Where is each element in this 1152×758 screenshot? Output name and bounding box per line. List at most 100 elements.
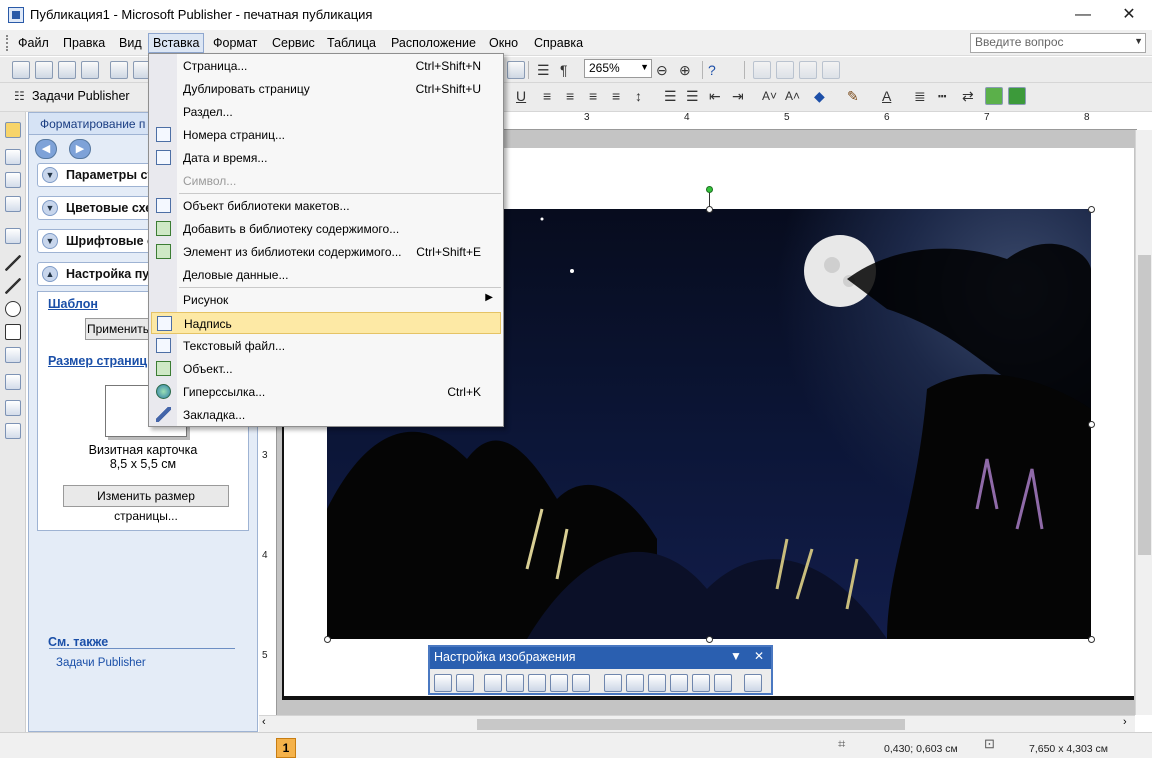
menu-item-text-file[interactable]: Текстовый файл... [151,335,501,357]
line-style-icon[interactable]: ≣ [914,87,926,105]
fill-color-icon[interactable]: ◆ [814,87,825,105]
picture-tool-icon[interactable] [5,228,21,244]
dash-style-icon[interactable]: ┅ [938,87,946,105]
line-color-icon[interactable]: ✎ [847,87,859,105]
less-brightness-icon[interactable] [550,674,568,692]
rectangle-tool-icon[interactable] [5,324,21,340]
menubar-grip[interactable] [6,35,9,51]
color-icon[interactable] [456,674,474,692]
line-spacing-icon[interactable]: ↕ [635,87,642,105]
zoom-page-icon[interactable] [507,61,525,79]
font-color-icon[interactable]: A [882,87,891,105]
page-size-link[interactable]: Размер страницы [48,354,158,368]
menu-item-section[interactable]: Раздел... [151,101,501,123]
numbering-icon[interactable]: ☰ [664,87,677,105]
picture-toolbar-titlebar[interactable]: Настройка изображения ▼ ✕ [430,647,771,669]
back-arrow-icon[interactable]: ◀ [35,139,57,159]
columns-icon[interactable]: ☰ [537,61,550,79]
line-tool-icon[interactable] [5,255,21,271]
scrollbar-thumb[interactable] [477,719,905,730]
chevron-down-icon[interactable]: ▼ [640,62,649,72]
menu-file[interactable]: Файл [14,33,53,53]
text-wrapping-icon[interactable] [670,674,688,692]
menu-item-design-gallery-object[interactable]: Объект библиотеки макетов... [151,195,501,217]
resize-handle[interactable] [1088,636,1095,643]
print-icon[interactable] [110,61,128,79]
hot-spot-tool-icon[interactable] [5,374,21,390]
menu-item-object[interactable]: Объект... [151,358,501,380]
line-style-icon[interactable] [626,674,644,692]
scroll-left-icon[interactable]: ‹ [262,716,266,728]
menu-item-duplicate-page[interactable]: Дублировать страницу Ctrl+Shift+U [151,78,501,100]
menu-window[interactable]: Окно [485,33,522,53]
table-tool-icon[interactable] [5,172,21,188]
zoom-in-icon[interactable]: ⊕ [679,61,691,79]
menu-item-add-to-library[interactable]: Добавить в библиотеку содержимого... [151,218,501,240]
page-navigator-1[interactable]: 1 [276,738,296,758]
align-right-icon[interactable]: ≡ [589,87,597,105]
arrow-tool-icon[interactable] [5,278,21,294]
horizontal-scrollbar[interactable]: ‹ › [259,715,1135,732]
resize-handle[interactable] [1088,206,1095,213]
set-transparent-color-icon[interactable] [714,674,732,692]
less-contrast-icon[interactable] [506,674,524,692]
tasks-publisher-button[interactable]: Задачи Publisher [32,89,130,103]
underline-icon[interactable]: U [516,87,526,105]
apply-template-button[interactable]: Применить [85,318,151,340]
menu-item-page-numbers[interactable]: Номера страниц... [151,124,501,146]
autoshapes-tool-icon[interactable] [5,347,21,363]
text-box-tool-icon[interactable] [5,149,21,165]
decrease-indent-icon[interactable]: ⇤ [709,87,721,105]
menu-table[interactable]: Таблица [323,33,380,53]
grow-font-icon[interactable]: A˄ [785,87,800,105]
align-center-icon[interactable]: ≡ [566,87,574,105]
paragraph-marks-icon[interactable]: ¶ [560,61,568,79]
menu-format[interactable]: Формат [209,33,261,53]
brightness-icon[interactable] [572,674,590,692]
next-box-icon[interactable] [822,61,840,79]
zoom-out-icon[interactable]: ⊖ [656,61,668,79]
item-from-library-tool-icon[interactable] [5,423,21,439]
format-picture-icon[interactable] [692,674,710,692]
save-icon[interactable] [58,61,76,79]
previous-box-icon[interactable] [799,61,817,79]
shrink-font-icon[interactable]: A˅ [762,87,777,105]
3d-style-icon[interactable] [1008,87,1026,105]
more-contrast-icon[interactable] [484,674,502,692]
zoom-select[interactable]: 265% ▼ [584,59,652,78]
unlink-icon[interactable] [776,61,794,79]
menu-item-picture[interactable]: Рисунок ▶ [151,289,501,311]
rotation-handle[interactable] [706,186,713,193]
arrow-style-icon[interactable]: ⇄ [962,87,974,105]
tasks-icon[interactable]: ☷ [14,87,25,105]
bullets-icon[interactable]: ☰ [686,87,699,105]
resize-handle[interactable] [706,206,713,213]
template-link[interactable]: Шаблон [48,297,98,311]
new-icon[interactable] [12,61,30,79]
vertical-scrollbar[interactable] [1135,130,1152,715]
shadow-style-icon[interactable] [985,87,1003,105]
menu-item-page[interactable]: Страница... Ctrl+Shift+N [151,55,501,77]
menu-insert[interactable]: Вставка [148,33,204,53]
crop-icon[interactable] [604,674,622,692]
publisher-app-icon[interactable] [8,7,24,23]
menu-view[interactable]: Вид [115,33,146,53]
menu-tools[interactable]: Сервис [268,33,319,53]
change-page-size-button[interactable]: Изменить размер страницы... [63,485,229,523]
menu-item-bookmark[interactable]: Закладка... [151,404,501,426]
oval-tool-icon[interactable] [5,301,21,317]
more-brightness-icon[interactable] [528,674,546,692]
forward-arrow-icon[interactable]: ▶ [69,139,91,159]
link-icon[interactable] [753,61,771,79]
menu-item-text-box[interactable]: Надпись [151,312,501,334]
close-button[interactable]: ✕ [1106,0,1152,30]
permission-icon[interactable] [81,61,99,79]
align-left-icon[interactable]: ≡ [543,87,551,105]
open-icon[interactable] [35,61,53,79]
menu-item-library-item[interactable]: Элемент из библиотеки содержимого... Ctr… [151,241,501,263]
increase-indent-icon[interactable]: ⇥ [732,87,744,105]
resize-handle[interactable] [706,636,713,643]
menu-help[interactable]: Справка [530,33,587,53]
help-icon[interactable]: ? [708,61,716,79]
tasks-publisher-link[interactable]: Задачи Publisher [56,657,146,669]
